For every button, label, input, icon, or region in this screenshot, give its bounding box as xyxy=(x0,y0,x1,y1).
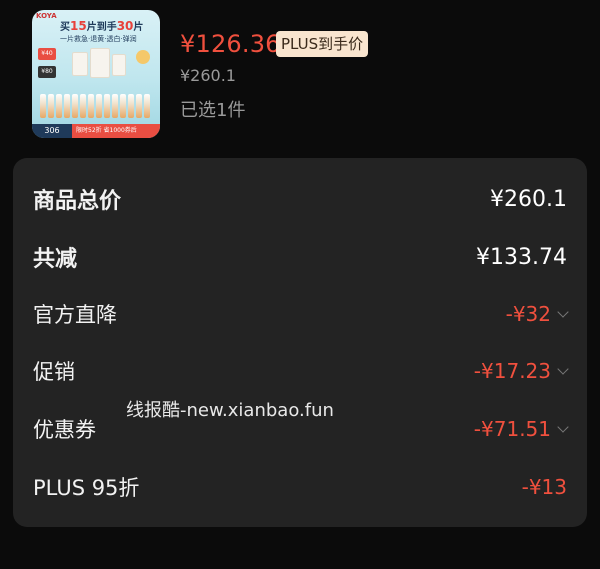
summary-value: -¥13 xyxy=(521,475,567,499)
summary-value-wrap: -¥17.23 xyxy=(473,359,569,383)
summary-label: 共减 xyxy=(33,247,78,272)
summary-label: 促销 xyxy=(33,360,75,384)
sun-icon xyxy=(136,50,150,64)
bottle-icon xyxy=(96,94,102,118)
bottle-icon xyxy=(40,94,46,118)
summary-row-official-cut[interactable]: 官方直降 -¥32 xyxy=(33,294,569,334)
thumb-subline: 一片救急·退黄·透白·弹润 xyxy=(60,35,137,43)
bottle-icon xyxy=(80,94,86,118)
summary-label: 商品总价 xyxy=(33,189,122,214)
summary-value: -¥32 xyxy=(505,302,551,326)
bottle-icon xyxy=(128,94,134,118)
summary-label: 官方直降 xyxy=(33,303,117,327)
thumb-product-box xyxy=(72,52,88,76)
chevron-down-icon[interactable] xyxy=(557,421,569,433)
thumb-product-box xyxy=(90,48,110,78)
summary-value: ¥260.1 xyxy=(490,186,567,212)
summary-label: 优惠券 xyxy=(33,418,96,442)
price-summary-card: 商品总价 ¥260.1 共减 ¥133.74 官方直降 -¥32 促销 -¥17… xyxy=(13,158,587,527)
thumb-price-tag: 306 xyxy=(32,124,72,138)
thumb-tag-1: ¥40 xyxy=(38,48,56,60)
final-price: ¥126.36 xyxy=(180,30,281,58)
summary-value: -¥71.51 xyxy=(473,417,551,441)
summary-value: -¥17.23 xyxy=(473,359,551,383)
chevron-down-icon[interactable] xyxy=(557,306,569,318)
summary-value-wrap: -¥71.51 xyxy=(473,417,569,441)
selected-quantity[interactable]: 已选1件 xyxy=(180,96,245,122)
summary-label: PLUS 95折 xyxy=(33,476,140,500)
bottle-icon xyxy=(112,94,118,118)
summary-row-total: 商品总价 ¥260.1 xyxy=(33,179,567,219)
plus-price-badge: PLUS到手价 xyxy=(276,31,369,57)
summary-row-promotion[interactable]: 促销 -¥17.23 xyxy=(33,351,569,391)
chevron-down-icon[interactable] xyxy=(557,363,569,375)
bottle-icon xyxy=(104,94,110,118)
watermark-text: 线报酷-new.xianbao.fun xyxy=(126,400,334,421)
bottle-icon xyxy=(136,94,142,118)
thumb-bottles xyxy=(40,90,154,118)
thumb-footer-banner: 限时52折 省1000券后 xyxy=(72,124,160,138)
bottle-icon xyxy=(72,94,78,118)
summary-value-wrap: -¥32 xyxy=(505,302,569,326)
original-price: ¥260.1 xyxy=(180,66,236,85)
thumb-headline: 买15片到手30片 xyxy=(60,19,144,33)
summary-row-discount-total: 共减 ¥133.74 xyxy=(33,237,567,277)
thumb-tag-2: ¥80 xyxy=(38,66,56,78)
bottle-icon xyxy=(88,94,94,118)
bottle-icon xyxy=(48,94,54,118)
product-thumbnail[interactable]: KOYA 买15片到手30片 一片救急·退黄·透白·弹润 ¥40 ¥80 306… xyxy=(32,10,160,138)
summary-row-plus-discount: PLUS 95折 -¥13 xyxy=(33,467,567,507)
thumb-product-box xyxy=(112,54,126,76)
bottle-icon xyxy=(144,94,150,118)
thumb-brand: KOYA xyxy=(36,12,57,20)
bottle-icon xyxy=(56,94,62,118)
summary-value: ¥133.74 xyxy=(476,244,567,270)
bottle-icon xyxy=(64,94,70,118)
bottle-icon xyxy=(120,94,126,118)
